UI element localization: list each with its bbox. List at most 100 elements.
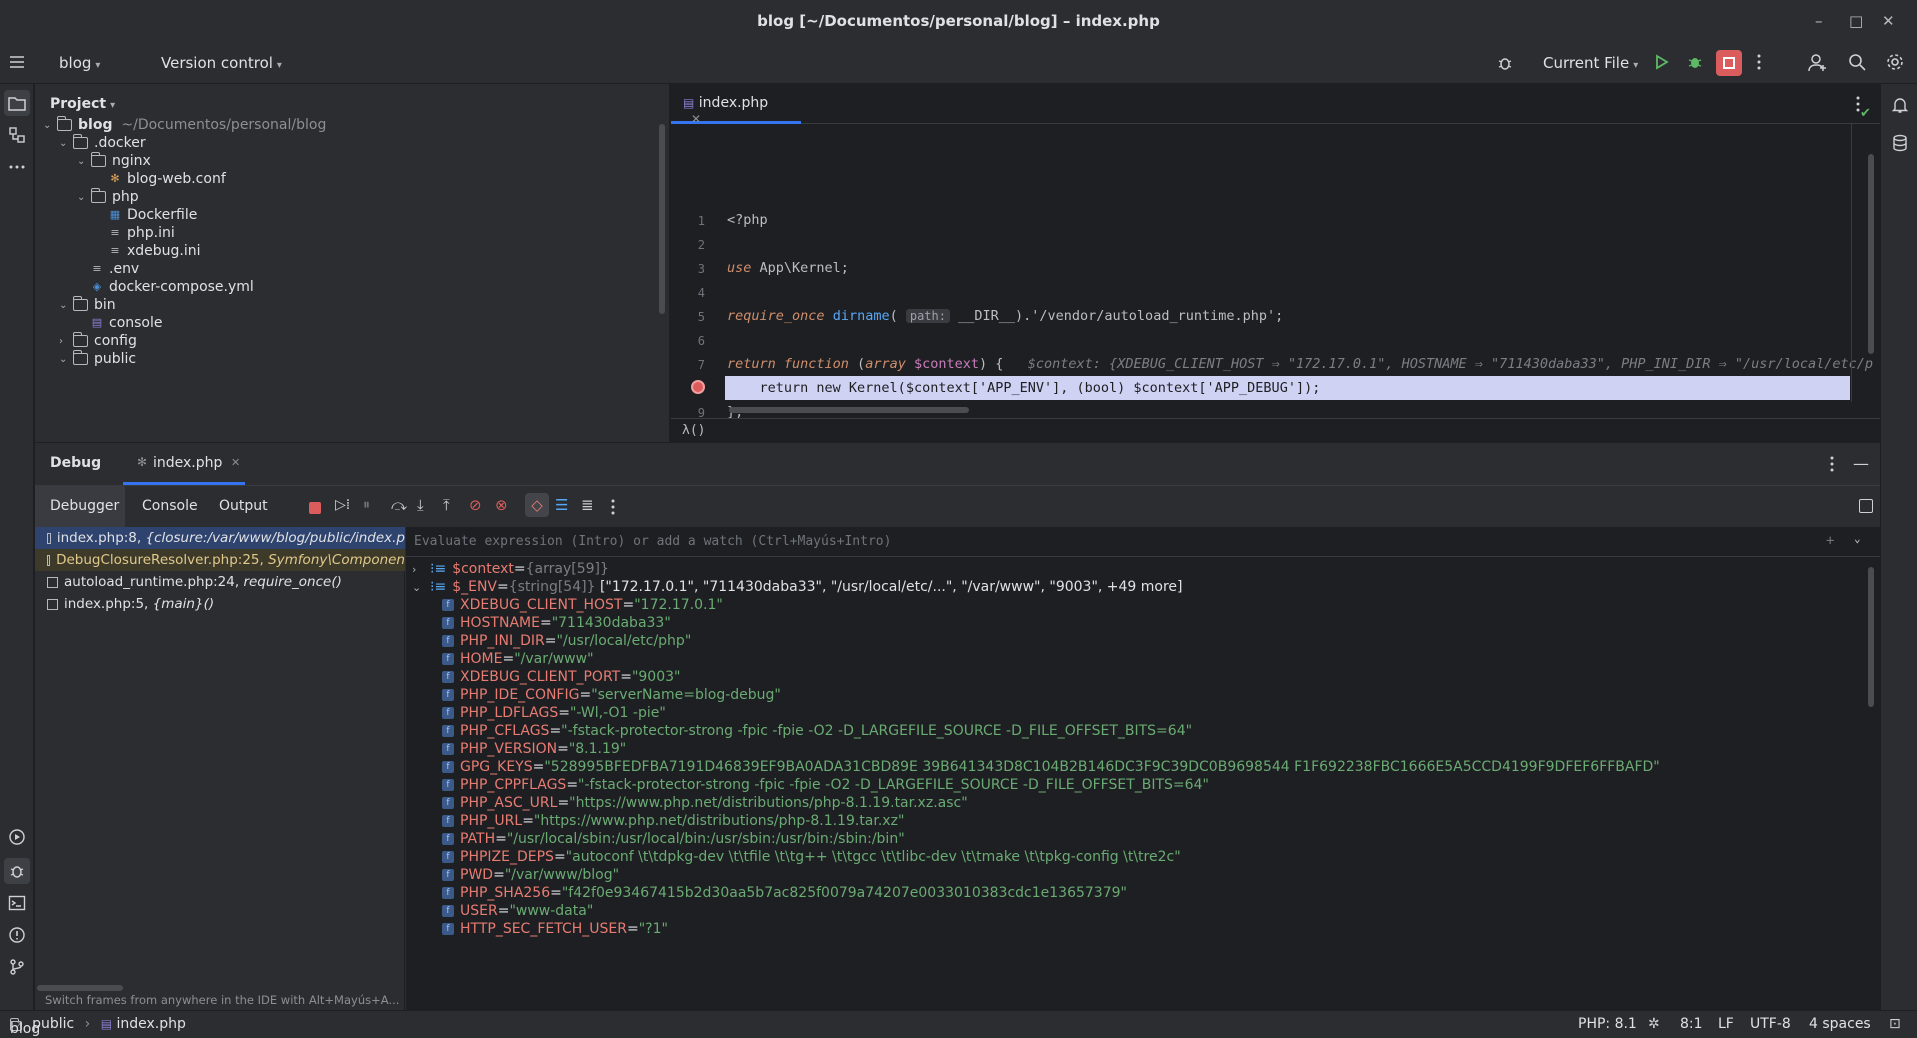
equals-sign: =: [626, 921, 639, 937]
frame-icon: [47, 576, 58, 588]
debug-bug-icon[interactable]: [1496, 54, 1514, 72]
database-icon[interactable]: [1889, 132, 1911, 154]
stop-button[interactable]: [1716, 50, 1742, 76]
php-file-icon: ▤: [683, 96, 695, 110]
tab-debugger[interactable]: Debugger: [35, 486, 125, 528]
break-on-exception-icon[interactable]: ◇: [525, 493, 549, 517]
tab-index-php[interactable]: ▤ index.php ✕: [671, 84, 801, 126]
field-icon: f: [442, 707, 454, 719]
mute-breakpoints-icon[interactable]: ⊗: [495, 496, 508, 514]
right-tool-strip: [1880, 84, 1917, 1010]
more-tools-icon[interactable]: [6, 156, 28, 178]
project-widget[interactable]: blog ▾: [59, 54, 100, 72]
file-encoding[interactable]: UTF-8: [1750, 1016, 1791, 1032]
field-icon: f: [442, 599, 454, 611]
field-icon: f: [442, 869, 454, 881]
text-file-icon: ≡: [110, 244, 120, 257]
step-over-icon[interactable]: ⤼: [391, 496, 407, 514]
structure-icon[interactable]: [6, 124, 28, 146]
view-breakpoints-icon[interactable]: ⊘: [469, 496, 482, 514]
ordered-list-icon[interactable]: ☰: [555, 496, 568, 514]
equals-sign: =: [579, 687, 592, 703]
window-title: blog [~/Documentos/personal/blog] – inde…: [757, 12, 1160, 30]
close-window-button[interactable]: ✕: [1882, 12, 1895, 30]
env-key: PHP_URL: [460, 813, 523, 829]
tree-item-public[interactable]: ⌄ public: [59, 348, 136, 370]
search-icon[interactable]: [1848, 53, 1866, 71]
editor-h-scrollbar[interactable]: [729, 407, 969, 413]
tab-console[interactable]: Console: [142, 498, 198, 514]
frame-row[interactable]: DebugClosureResolver.php:25, Symfony\Com…: [35, 549, 405, 571]
code-line-1: <?php: [727, 212, 768, 228]
code-line-5: require_once dirname( path: __DIR__).'/v…: [727, 308, 1284, 324]
variables-v-scrollbar[interactable]: [1868, 567, 1874, 707]
field-icon: f: [442, 887, 454, 899]
lock-icon[interactable]: ⊡: [1889, 1016, 1901, 1032]
step-into-icon[interactable]: ⤓: [417, 496, 424, 514]
pause-icon[interactable]: ⏸: [363, 497, 370, 513]
debugger-toolbar: Debugger Console Output ▷⁞ ⏸ ⤼ ⤓ ⤒ ⊘ ⊗ ◇…: [35, 485, 1880, 528]
env-value: "/usr/local/etc/php": [556, 633, 692, 649]
php-version-widget[interactable]: PHP: 8.1: [1578, 1016, 1637, 1032]
env-key: PHP_INI_DIR: [460, 633, 545, 649]
more-actions-icon[interactable]: [1756, 53, 1762, 71]
project-folder-icon[interactable]: [4, 90, 30, 116]
settings-gear-icon[interactable]: [1886, 53, 1904, 71]
tab-debug-session[interactable]: ✻ index.php ✕: [123, 443, 245, 485]
editor-v-scrollbar[interactable]: [1868, 154, 1874, 354]
frames-h-scrollbar[interactable]: [37, 985, 123, 991]
equals-sign: =: [502, 651, 515, 667]
frame-row[interactable]: autoload_runtime.php:24, require_once(): [35, 571, 405, 593]
run-config-selector[interactable]: Current File ▾: [1543, 54, 1638, 72]
terminal-icon[interactable]: [6, 892, 28, 914]
frames-list: index.php:8, {closure:/var/www/blog/publ…: [35, 527, 415, 1011]
frames-hint: Switch frames from anywhere in the IDE w…: [45, 993, 415, 1007]
line-gutter: 1 2 3 4 5 6 7 9 10: [671, 124, 725, 444]
line-separator[interactable]: LF: [1718, 1016, 1734, 1032]
env-variable-row[interactable]: f HTTP_SEC_FETCH_USER = "?1": [442, 918, 668, 940]
maximize-button[interactable]: □: [1849, 12, 1863, 30]
env-value: "-fstack-protector-strong -fpic -fpie -O…: [578, 777, 1209, 793]
layout-settings-icon[interactable]: [1859, 499, 1873, 513]
breadcrumb-item[interactable]: index.php: [117, 1016, 186, 1032]
frame-row[interactable]: index.php:5, {main}(): [35, 593, 405, 615]
tab-output[interactable]: Output: [219, 498, 268, 514]
project-panel: Project ▾ ⌄ blog ~/Documentos/personal/bl…: [35, 84, 670, 442]
add-watch-icon[interactable]: ≣: [581, 496, 594, 514]
run-icon[interactable]: [1652, 53, 1670, 71]
add-user-icon[interactable]: [1808, 53, 1828, 73]
project-panel-title[interactable]: Project ▾: [50, 96, 115, 112]
close-tab-icon[interactable]: ✕: [231, 456, 240, 469]
env-key: PATH: [460, 831, 496, 847]
services-icon[interactable]: [6, 826, 28, 848]
debug-tool-window: Debug ✻ index.php ✕ — Debugger Console O…: [35, 442, 1880, 1011]
main-menu-icon[interactable]: [8, 53, 26, 71]
breadcrumb-item[interactable]: blog: [10, 1021, 40, 1037]
debug-more-icon[interactable]: [1829, 455, 1835, 473]
code-breadcrumb[interactable]: λ(): [682, 423, 705, 438]
hide-panel-icon[interactable]: —: [1853, 454, 1869, 473]
add-watch-plus-icon[interactable]: +: [1826, 533, 1834, 549]
debug-run-icon[interactable]: [1686, 53, 1704, 71]
equals-sign: =: [550, 885, 562, 901]
frame-row[interactable]: index.php:8, {closure:/var/www/blog/publ…: [35, 527, 405, 549]
git-branch-icon[interactable]: [6, 956, 28, 978]
evaluate-expression-input[interactable]: Evaluate expression (Intro) or add a wat…: [406, 527, 1880, 557]
field-icon: f: [442, 689, 454, 701]
debug-toolbar-more-icon[interactable]: [610, 498, 616, 516]
step-out-icon[interactable]: ⤒: [443, 496, 450, 514]
problems-icon[interactable]: [6, 924, 28, 946]
caret-position[interactable]: 8:1: [1680, 1016, 1703, 1032]
breakpoint-icon[interactable]: [691, 380, 705, 394]
minimize-button[interactable]: –: [1815, 12, 1823, 30]
notifications-bell-icon[interactable]: [1889, 94, 1911, 116]
debug-status-icon[interactable]: ✲: [1648, 1016, 1660, 1032]
resume-icon[interactable]: ▷⁞: [335, 497, 350, 513]
debug-tool-icon[interactable]: [4, 858, 30, 884]
project-scrollbar[interactable]: [659, 124, 665, 314]
indent-setting[interactable]: 4 spaces: [1809, 1016, 1871, 1032]
chevron-down-icon: ⌄: [77, 155, 86, 167]
vcs-widget[interactable]: Version control ▾: [161, 54, 282, 72]
stop-debug-icon[interactable]: [309, 502, 321, 514]
chevron-down-icon[interactable]: ⌄: [1854, 532, 1861, 545]
